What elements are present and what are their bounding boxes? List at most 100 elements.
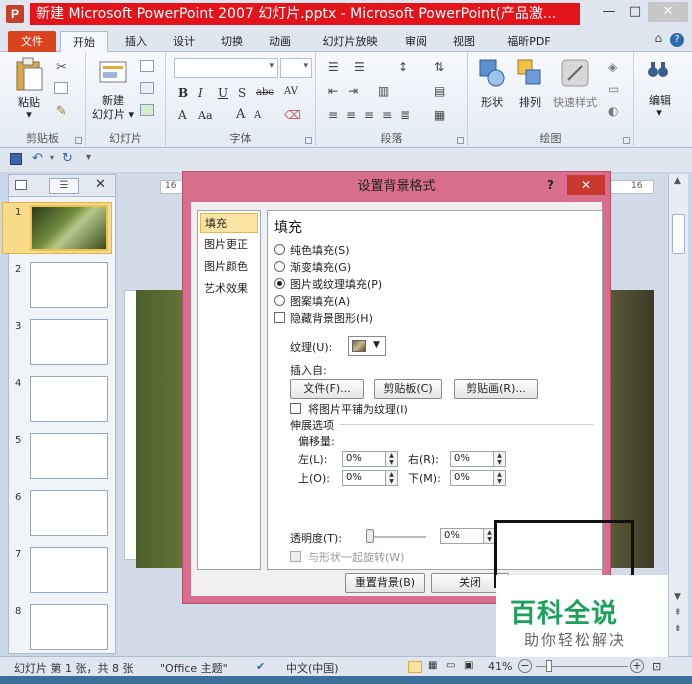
align-text-icon[interactable]: ▤ <box>434 84 445 98</box>
copy-icon[interactable] <box>54 82 68 94</box>
transparency-slider-thumb[interactable] <box>366 529 374 543</box>
offset-top-value[interactable]: 0% <box>346 472 362 483</box>
offset-bottom-arrows-icon[interactable]: ▲ ▼ <box>493 471 505 485</box>
tab-design[interactable]: 设计 <box>164 31 204 52</box>
editing-dropdown-icon[interactable]: ▾ <box>652 106 666 119</box>
tile-picture-checkbox[interactable] <box>290 403 301 414</box>
tab-transitions[interactable]: 切换 <box>212 31 252 52</box>
offset-left-arrows-icon[interactable]: ▲ ▼ <box>385 452 397 466</box>
paste-dropdown-icon[interactable]: ▾ <box>22 108 36 121</box>
justify-icon[interactable]: ≡ <box>382 108 392 122</box>
dialog-close-button[interactable]: ✕ <box>567 175 605 195</box>
section-icon[interactable] <box>140 104 154 116</box>
align-left-icon[interactable]: ≡ <box>328 108 338 122</box>
new-slide-label-2[interactable]: 幻灯片 ▾ <box>88 106 138 122</box>
next-slide-icon[interactable]: ⇟ <box>674 624 682 634</box>
paragraph-launcher-icon[interactable] <box>457 137 464 144</box>
shape-outline-icon[interactable]: ▭ <box>608 82 619 96</box>
offset-right-value[interactable]: 0% <box>454 453 470 464</box>
tab-insert[interactable]: 插入 <box>116 31 156 52</box>
slide-thumbnail[interactable] <box>30 319 108 365</box>
offset-bottom-spinner[interactable]: 0% ▲ ▼ <box>450 470 506 486</box>
vertical-scrollbar[interactable]: ▲ ▼ ⇞ ⇟ <box>668 174 688 656</box>
char-spacing-button[interactable]: AV <box>284 86 298 97</box>
nav-picture-color[interactable]: 图片颜色 <box>200 257 258 277</box>
maximize-button[interactable]: □ <box>622 2 648 22</box>
shadow-button[interactable]: S <box>238 86 246 100</box>
slides-tab-icon[interactable] <box>15 180 27 190</box>
minimize-button[interactable]: — <box>596 2 622 22</box>
strikethrough-button[interactable]: abc <box>256 87 274 98</box>
reset-background-button[interactable]: 重置背景(B) <box>345 573 425 593</box>
picture-fill-label[interactable]: 图片或纹理填充(P) <box>290 276 382 292</box>
insert-file-button[interactable]: 文件(F)... <box>290 379 364 399</box>
clipboard-launcher-icon[interactable] <box>75 137 82 144</box>
shapes-label[interactable]: 形状 <box>474 94 510 110</box>
zoom-out-button[interactable]: − <box>518 659 532 673</box>
offset-top-spinner[interactable]: 0% ▲ ▼ <box>342 470 398 486</box>
ribbon-help-icons[interactable]: ⌂ ? <box>655 31 684 47</box>
shrink-font-button[interactable]: A <box>254 110 261 121</box>
format-painter-icon[interactable]: ✎ <box>56 104 67 119</box>
language-status[interactable]: 中文(中国) <box>286 660 339 676</box>
nav-picture-corrections[interactable]: 图片更正 <box>200 235 258 255</box>
hide-background-graphics-label[interactable]: 隐藏背景图形(H) <box>290 310 373 326</box>
tab-view[interactable]: 视图 <box>444 31 484 52</box>
texture-picker[interactable]: ▼ <box>348 336 386 356</box>
new-slide-icon[interactable] <box>98 58 128 86</box>
normal-view-icon[interactable] <box>408 661 422 673</box>
align-right-icon[interactable]: ≡ <box>364 108 374 122</box>
bold-button[interactable]: B <box>178 86 188 100</box>
italic-button[interactable]: I <box>198 86 203 100</box>
arrange-icon[interactable] <box>516 58 544 88</box>
undo-icon[interactable]: ↶ <box>32 151 43 166</box>
gradient-fill-label[interactable]: 渐变填充(G) <box>290 259 351 275</box>
scroll-down-icon[interactable]: ▼ <box>674 592 681 602</box>
tab-review[interactable]: 审阅 <box>396 31 436 52</box>
align-center-icon[interactable]: ≡ <box>346 108 356 122</box>
quick-styles-icon[interactable] <box>560 58 590 88</box>
tab-foxit-pdf[interactable]: 福昕PDF <box>494 31 564 52</box>
font-name-combo[interactable] <box>174 58 278 78</box>
slide-thumbnail[interactable] <box>30 205 108 251</box>
solid-fill-radio[interactable] <box>274 244 285 255</box>
dialog-help-icon[interactable]: ? <box>547 178 554 192</box>
slide-thumbnail[interactable] <box>30 376 108 422</box>
nav-fill[interactable]: 填充 <box>200 213 258 233</box>
decrease-indent-icon[interactable]: ⇤ <box>328 84 338 98</box>
customize-qat-icon[interactable]: ▾ <box>86 152 91 163</box>
outline-tab-icon[interactable]: ☰ <box>49 178 79 194</box>
help-icon[interactable]: ? <box>670 33 684 47</box>
pattern-fill-label[interactable]: 图案填充(A) <box>290 293 350 309</box>
gradient-fill-radio[interactable] <box>274 261 285 272</box>
distributed-icon[interactable]: ≣ <box>400 108 410 122</box>
spellcheck-icon[interactable]: ✔ <box>256 660 265 673</box>
hide-background-graphics-checkbox[interactable] <box>274 312 285 323</box>
transparency-value[interactable]: 0% <box>444 530 460 541</box>
slide-thumbnail[interactable] <box>30 490 108 536</box>
pattern-fill-radio[interactable] <box>274 295 285 306</box>
layout-icon[interactable] <box>140 60 154 72</box>
quick-styles-label[interactable]: 快速样式 <box>550 94 600 110</box>
prev-slide-icon[interactable]: ⇞ <box>674 608 682 618</box>
binoculars-icon[interactable] <box>646 58 670 82</box>
font-color-button[interactable]: A <box>178 108 187 122</box>
insert-clipboard-button[interactable]: 剪贴板(C) <box>374 379 442 399</box>
slide-thumbnail[interactable] <box>30 604 108 650</box>
undo-dropdown-icon[interactable]: ▾ <box>50 153 54 162</box>
arrange-label[interactable]: 排列 <box>512 94 548 110</box>
tab-animations[interactable]: 动画 <box>260 31 300 52</box>
scrollbar-thumb[interactable] <box>672 214 685 254</box>
paste-icon[interactable] <box>14 56 44 92</box>
grow-font-button[interactable]: A <box>236 107 245 122</box>
rotate-with-shape-label[interactable]: 与形状一起旋转(W) <box>308 549 404 565</box>
tab-slideshow[interactable]: 幻灯片放映 <box>312 31 388 52</box>
reading-view-icon[interactable]: ▭ <box>446 660 455 671</box>
slideshow-view-icon[interactable]: ▣ <box>464 660 473 671</box>
clear-format-icon[interactable]: ⌫ <box>284 108 301 122</box>
powerpoint-app-icon[interactable]: P <box>6 5 24 23</box>
offset-left-value[interactable]: 0% <box>346 453 362 464</box>
shape-fill-icon[interactable]: ◈ <box>608 60 617 74</box>
font-size-combo[interactable] <box>280 58 312 78</box>
solid-fill-label[interactable]: 纯色填充(S) <box>290 242 350 258</box>
